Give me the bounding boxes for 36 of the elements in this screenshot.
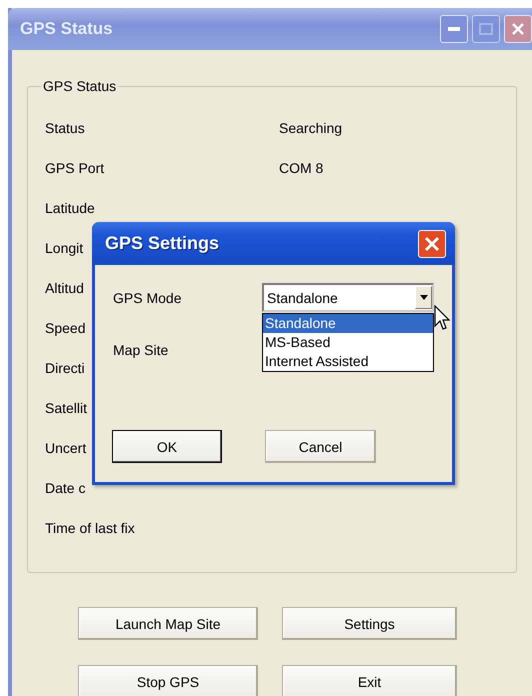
action-button[interactable]: Settings — [282, 607, 457, 640]
minimize-button[interactable] — [440, 15, 468, 43]
field-label: Directi — [45, 360, 85, 376]
field-label: Latitude — [45, 200, 95, 216]
setting-label: GPS Mode — [113, 290, 182, 306]
action-button[interactable]: Stop GPS — [78, 665, 258, 696]
dialog-button[interactable]: OK — [112, 430, 222, 463]
dropdown-arrow-button[interactable] — [415, 286, 432, 309]
field-label: Longit — [45, 240, 84, 256]
group-title: GPS Status — [42, 78, 118, 94]
close-button[interactable] — [504, 15, 532, 43]
close-icon — [511, 22, 525, 36]
field-label: Satellit — [45, 400, 88, 416]
field-label: Altitud — [45, 280, 84, 296]
field-value: COM 8 — [279, 160, 324, 176]
minimize-icon — [448, 27, 460, 31]
field-label: GPS Port — [45, 160, 104, 176]
maximize-button[interactable] — [472, 15, 500, 43]
field-label: Uncert — [45, 440, 86, 456]
field-label: Date c — [45, 480, 86, 496]
dialog-button[interactable]: Cancel — [265, 430, 376, 463]
dialog-close-button[interactable] — [418, 230, 446, 258]
dialog-title: GPS Settings — [105, 233, 220, 254]
setting-label: Map Site — [113, 342, 168, 360]
action-button[interactable]: Launch Map Site — [78, 607, 258, 640]
dropdown-value: Standalone — [267, 290, 338, 306]
action-button[interactable]: Exit — [282, 665, 457, 696]
close-icon — [424, 236, 440, 252]
field-value: Searching — [279, 120, 342, 136]
field-label: Speed — [45, 320, 86, 336]
dropdown-option[interactable]: Standalone — [263, 314, 433, 333]
maximize-icon — [479, 23, 493, 35]
field-label: Time of last fix — [45, 520, 135, 536]
field-label: Status — [45, 120, 85, 136]
window-title: GPS Status — [20, 19, 113, 39]
caret-icon — [420, 295, 428, 300]
